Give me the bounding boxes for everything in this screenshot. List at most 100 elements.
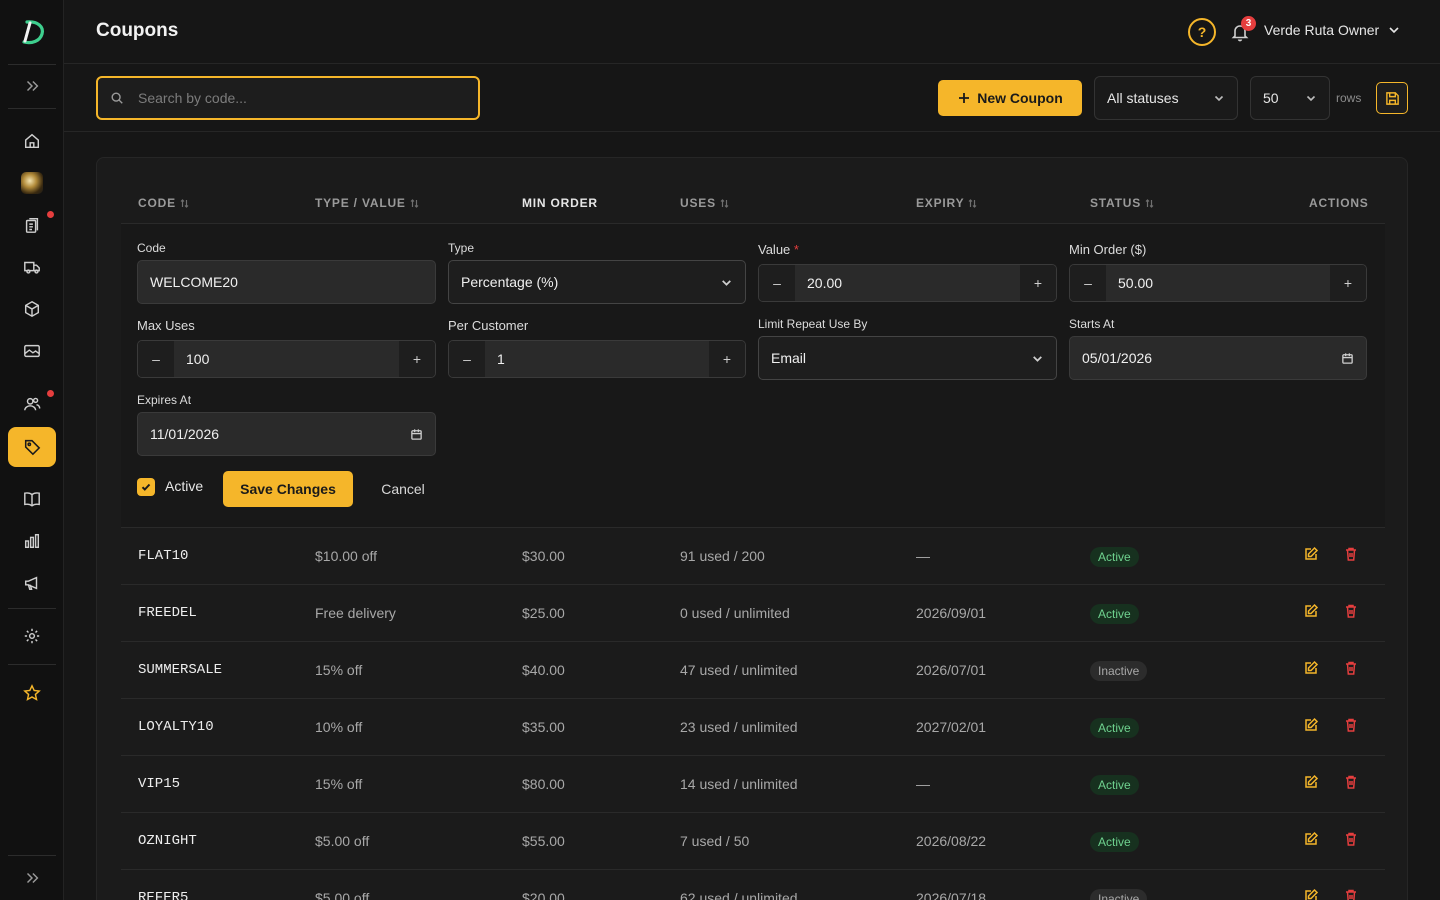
sidebar-item-menu[interactable] — [8, 479, 56, 519]
analytics-chart-icon — [24, 533, 40, 549]
coupon-expiry: — — [916, 776, 930, 792]
user-menu[interactable]: Verde Ruta Owner — [1264, 22, 1401, 38]
table-row: FREEDEL Free delivery $25.00 0 used / un… — [121, 585, 1385, 642]
edit-button[interactable] — [1303, 603, 1321, 621]
sidebar-divider — [8, 64, 56, 65]
starts-at-date-input[interactable]: 05/01/2026 — [1069, 336, 1367, 380]
coupon-min-order: $20.00 — [522, 890, 565, 900]
delete-button[interactable] — [1343, 717, 1361, 735]
column-header-code[interactable]: CODE — [138, 196, 189, 210]
column-header-type-value[interactable]: TYPE / VALUE — [315, 196, 419, 210]
limit-repeat-label: Limit Repeat Use By — [758, 317, 868, 331]
edit-button[interactable] — [1303, 888, 1321, 900]
sidebar-item-customers[interactable] — [8, 384, 56, 424]
sidebar — [0, 0, 64, 900]
coupon-min-order: $80.00 — [522, 776, 565, 792]
sort-icon — [720, 198, 729, 208]
sidebar-expand-button[interactable] — [8, 66, 56, 106]
marketing-megaphone-icon — [24, 576, 38, 591]
per-customer-stepper: – 1 + — [448, 340, 746, 378]
edit-button[interactable] — [1303, 660, 1321, 678]
status-badge: Inactive — [1090, 889, 1148, 900]
max-uses-increment-button[interactable]: + — [399, 341, 435, 377]
status-filter-select[interactable]: All statuses — [1094, 76, 1238, 120]
coupon-min-order: $40.00 — [522, 662, 565, 678]
value-input[interactable]: 20.00 — [795, 265, 1020, 301]
sidebar-collapse-button[interactable] — [8, 858, 56, 898]
max-uses-input[interactable]: 100 — [174, 341, 399, 377]
rows-per-page-value: 50 — [1263, 90, 1279, 106]
active-checkbox-label[interactable]: Active — [165, 478, 203, 494]
column-header-status[interactable]: STATUS — [1090, 196, 1154, 210]
coupon-expiry: 2026/07/18 — [916, 890, 987, 900]
value-increment-button[interactable]: + — [1020, 265, 1056, 301]
value-decrement-button[interactable]: – — [759, 265, 795, 301]
coupon-uses: 0 used / unlimited — [680, 605, 790, 621]
delete-button[interactable] — [1343, 603, 1361, 621]
sidebar-item-analytics[interactable] — [8, 521, 56, 561]
trash-icon — [1346, 718, 1356, 732]
delete-button[interactable] — [1343, 660, 1361, 678]
help-button[interactable]: ? — [1188, 18, 1216, 46]
edit-pencil-icon — [1305, 717, 1319, 731]
search-box[interactable] — [96, 76, 480, 120]
per-customer-input[interactable]: 1 — [485, 341, 709, 377]
rows-per-page-select[interactable]: 50 — [1250, 76, 1330, 120]
delete-button[interactable] — [1343, 774, 1361, 792]
max-uses-decrement-button[interactable]: – — [138, 341, 174, 377]
sidebar-item-settings[interactable] — [8, 616, 56, 656]
delete-button[interactable] — [1343, 831, 1361, 849]
expires-at-date-input[interactable]: 11/01/2026 — [137, 412, 436, 456]
edit-button[interactable] — [1303, 831, 1321, 849]
status-filter-value: All statuses — [1107, 90, 1179, 106]
calendar-icon — [1342, 352, 1353, 364]
sidebar-item-coupons[interactable] — [8, 427, 56, 467]
sidebar-divider — [8, 855, 56, 856]
min-order-decrement-button[interactable]: – — [1070, 265, 1106, 301]
table-row: SUMMERSALE 15% off $40.00 47 used / unli… — [121, 642, 1385, 699]
sidebar-item-home[interactable] — [8, 121, 56, 161]
coupon-edit-form: Code WELCOME20 Type Percentage (%) Value… — [121, 224, 1385, 528]
sidebar-item-marketing[interactable] — [8, 563, 56, 603]
edit-pencil-icon — [1305, 774, 1319, 788]
delete-button[interactable] — [1343, 546, 1361, 564]
edit-pencil-icon — [1305, 546, 1319, 560]
edit-pencil-icon — [1305, 888, 1319, 900]
sidebar-item-store[interactable] — [8, 163, 56, 203]
sidebar-item-orders[interactable] — [8, 205, 56, 245]
sidebar-item-favorites[interactable] — [8, 673, 56, 713]
cancel-button[interactable]: Cancel — [365, 471, 441, 507]
column-header-expiry[interactable]: EXPIRY — [916, 196, 977, 210]
column-header-uses[interactable]: USES — [680, 196, 729, 210]
per-customer-increment-button[interactable]: + — [709, 341, 745, 377]
type-select[interactable]: Percentage (%) — [448, 260, 746, 304]
delete-button[interactable] — [1343, 888, 1361, 900]
delivery-truck-icon — [24, 261, 40, 274]
limit-repeat-select[interactable]: Email — [758, 336, 1057, 380]
sidebar-item-products[interactable] — [8, 289, 56, 329]
save-view-button[interactable] — [1376, 82, 1408, 114]
sidebar-item-delivery[interactable] — [8, 247, 56, 287]
active-checkbox[interactable] — [137, 478, 155, 496]
save-changes-button[interactable]: Save Changes — [223, 471, 353, 507]
type-label: Type — [448, 241, 475, 255]
min-order-input[interactable]: 50.00 — [1106, 265, 1330, 301]
coupon-type-value: 15% off — [315, 662, 363, 678]
table-row: LOYALTY10 10% off $35.00 23 used / unlim… — [121, 699, 1385, 756]
sidebar-item-media[interactable] — [8, 331, 56, 371]
min-order-increment-button[interactable]: + — [1330, 265, 1366, 301]
edit-button[interactable] — [1303, 546, 1321, 564]
search-input[interactable] — [138, 90, 458, 106]
brand-logo[interactable] — [18, 18, 46, 46]
new-coupon-button[interactable]: New Coupon — [938, 80, 1082, 116]
customers-icon — [24, 397, 41, 411]
coupon-expiry: 2026/09/01 — [916, 605, 987, 621]
code-input[interactable]: WELCOME20 — [137, 260, 436, 304]
per-customer-decrement-button[interactable]: – — [449, 341, 485, 377]
coupon-uses: 7 used / 50 — [680, 833, 750, 849]
edit-button[interactable] — [1303, 717, 1321, 735]
edit-button[interactable] — [1303, 774, 1321, 792]
max-uses-stepper: – 100 + — [137, 340, 436, 378]
search-icon — [111, 92, 123, 104]
store-avatar — [21, 172, 43, 194]
